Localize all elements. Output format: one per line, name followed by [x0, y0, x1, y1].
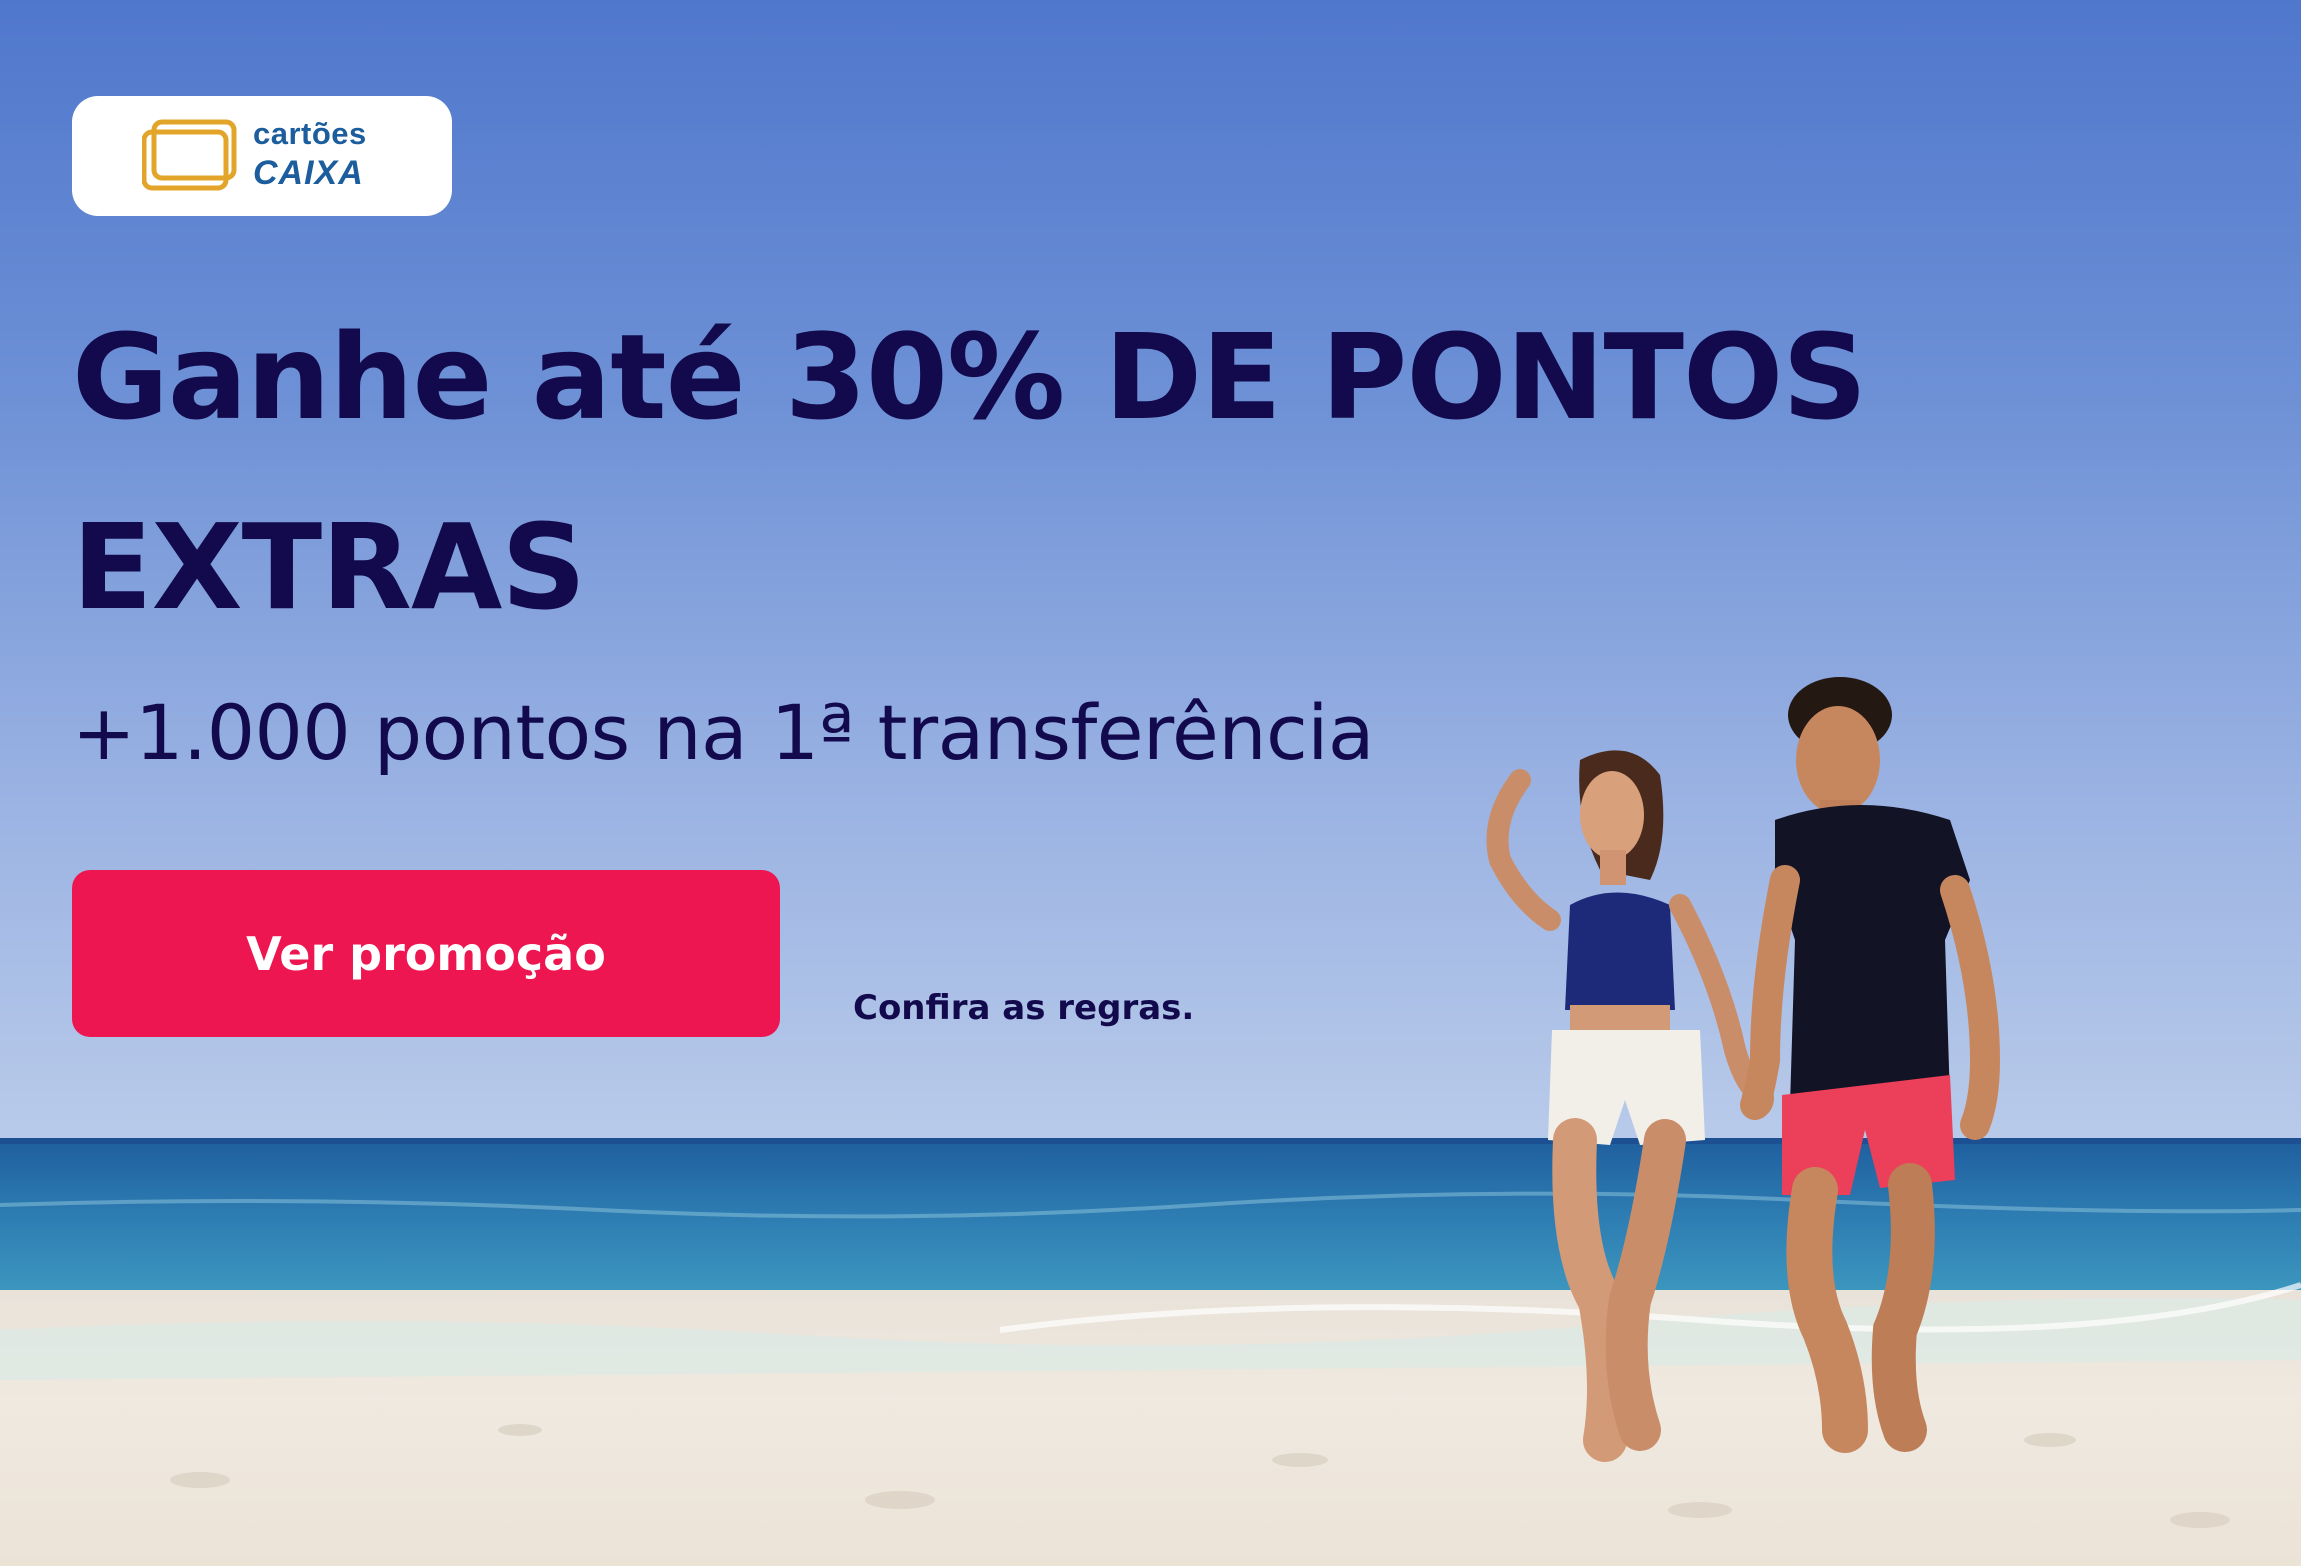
clasped-hands	[1742, 1078, 1774, 1118]
brand-name-line2: CAIXA	[253, 154, 364, 192]
beach-couple-photo	[0, 677, 2301, 1528]
card-stack-icon	[142, 119, 237, 191]
brand-logo[interactable]: cartões CAIXA	[72, 96, 452, 216]
hero-background	[0, 0, 2301, 1566]
view-promotion-button[interactable]: Ver promoção	[72, 870, 780, 1037]
subheadline: +1.000 pontos na 1ª transferência	[72, 688, 1374, 777]
page-title: Ganhe até 30% DE PONTOS EXTRAS	[72, 308, 1867, 636]
rules-link[interactable]: Confira as regras.	[853, 988, 1194, 1028]
brand-name-line1: cartões	[253, 116, 367, 151]
